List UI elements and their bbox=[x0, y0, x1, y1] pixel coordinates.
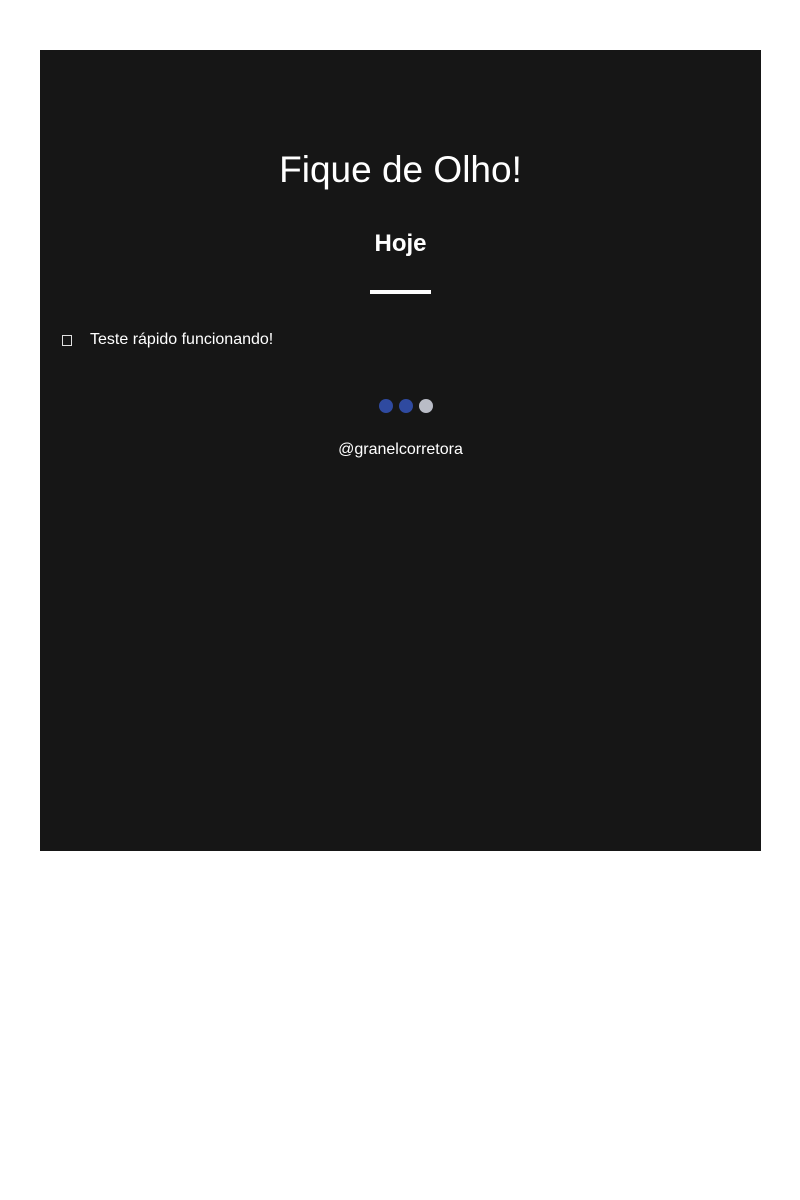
card-title: Fique de Olho! bbox=[279, 149, 522, 190]
pagination-dot[interactable] bbox=[379, 399, 393, 413]
pagination-dot[interactable] bbox=[419, 399, 433, 413]
pagination-dots bbox=[379, 399, 433, 413]
list-item-text: Teste rápido funcionando! bbox=[90, 331, 274, 348]
story-card: Fique de Olho! Hoje Teste rápido funcion… bbox=[40, 50, 761, 851]
title-divider bbox=[370, 290, 431, 294]
list-item: Teste rápido funcionando! bbox=[60, 330, 273, 350]
checkbox-icon bbox=[62, 334, 72, 346]
pagination-dot[interactable] bbox=[399, 399, 413, 413]
card-subtitle: Hoje bbox=[374, 230, 427, 257]
social-handle: @granelcorretora bbox=[338, 441, 463, 458]
